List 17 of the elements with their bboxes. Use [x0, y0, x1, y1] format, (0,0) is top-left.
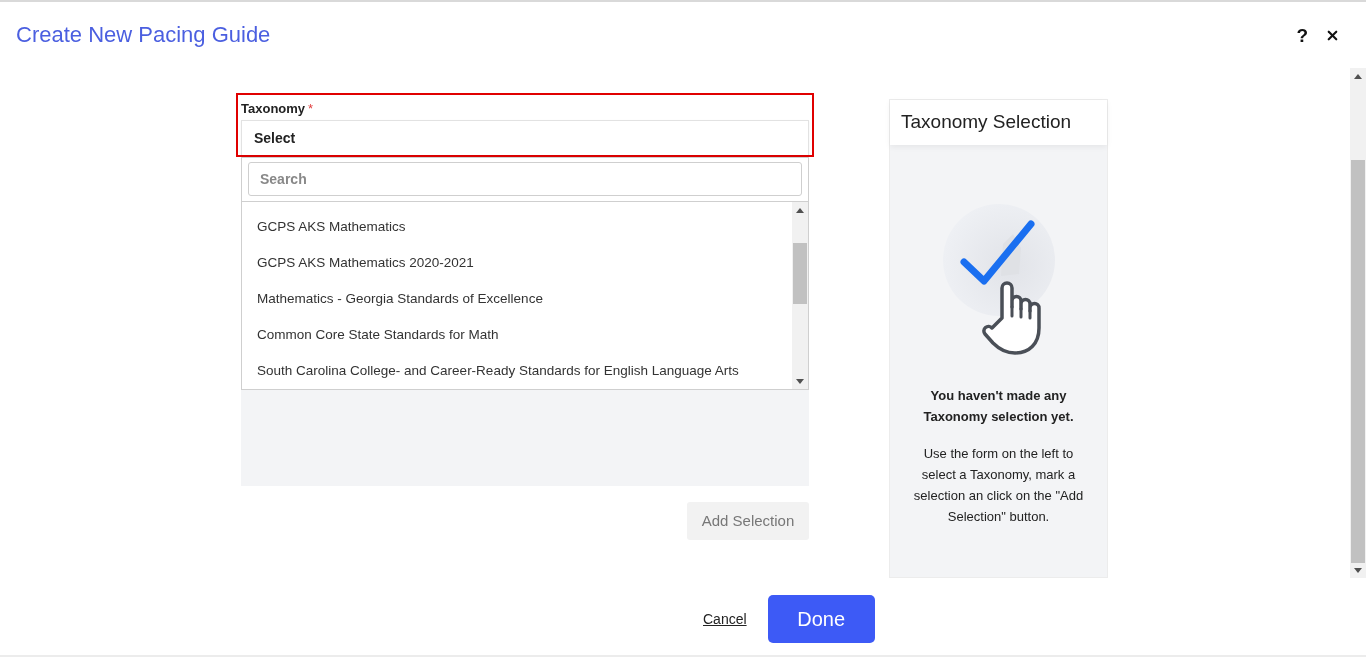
- help-button[interactable]: ?: [1296, 25, 1308, 45]
- dialog-title: Create New Pacing Guide: [16, 24, 271, 46]
- scroll-up-icon[interactable]: [796, 208, 804, 213]
- scrollbar-thumb[interactable]: [793, 243, 807, 304]
- scrollbar-thumb[interactable]: [1351, 160, 1365, 563]
- required-mark: *: [308, 100, 314, 119]
- done-button[interactable]: Done: [767, 595, 875, 643]
- card-title: Taxonomy Selection: [901, 110, 1072, 135]
- select-field[interactable]: Select: [241, 120, 809, 155]
- scroll-down-icon[interactable]: [1354, 568, 1362, 573]
- field-label: Taxonomy: [241, 100, 306, 119]
- empty-state-text: Use the form on the left to select a Taxonomy, mark a selection an click on the "Add Selection" button.: [912, 445, 1085, 526]
- scroll-down-icon[interactable]: [796, 379, 804, 384]
- search-field[interactable]: Search: [248, 162, 802, 196]
- scroll-up-icon[interactable]: [1354, 74, 1362, 79]
- cancel-link[interactable]: Cancel: [703, 595, 747, 643]
- empty-state-heading: You haven't made any Taxonomy selection yet.: [922, 387, 1075, 426]
